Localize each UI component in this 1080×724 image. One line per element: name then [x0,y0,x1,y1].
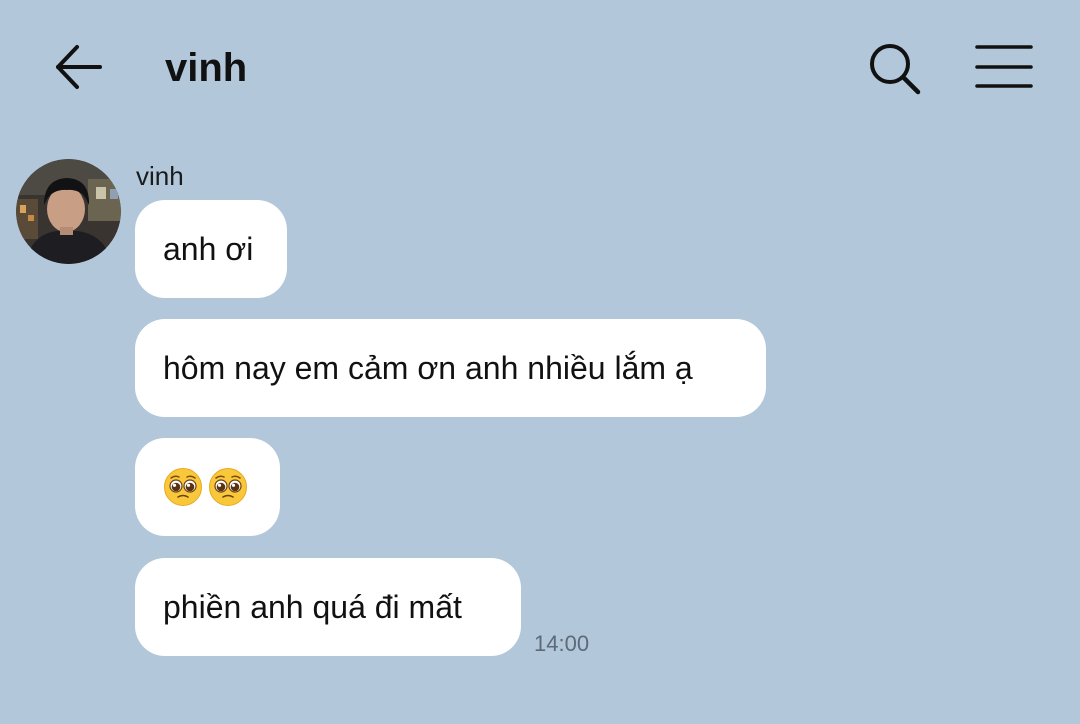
message-bubble[interactable]: anh ơi [135,200,287,298]
message-text: anh ơi [163,230,254,267]
pleading-face-emoji [209,468,247,506]
emoji-message-bubble[interactable] [135,438,280,536]
chat-header: vinh [0,0,1080,135]
message-bubble[interactable]: hôm nay em cảm ơn anh nhiều lắm ạ [135,319,766,417]
chat-title: vinh [165,46,248,90]
message-bubble[interactable]: phiền anh quá đi mất [135,558,521,656]
avatar[interactable] [16,159,121,264]
menu-button[interactable] [972,40,1036,94]
message-text: hôm nay em cảm ơn anh nhiều lắm ạ [163,349,693,386]
sender-name: vinh [136,161,184,191]
back-button[interactable] [48,38,108,98]
message-text: phiền anh quá đi mất [163,588,462,625]
search-icon [870,44,921,95]
arrow-left-icon [56,45,102,89]
search-button[interactable] [864,38,926,100]
message-timestamp: 14:00 [534,631,590,656]
pleading-face-emoji [164,468,202,506]
hamburger-menu-icon [975,45,1033,88]
user-avatar-photo [16,159,121,264]
